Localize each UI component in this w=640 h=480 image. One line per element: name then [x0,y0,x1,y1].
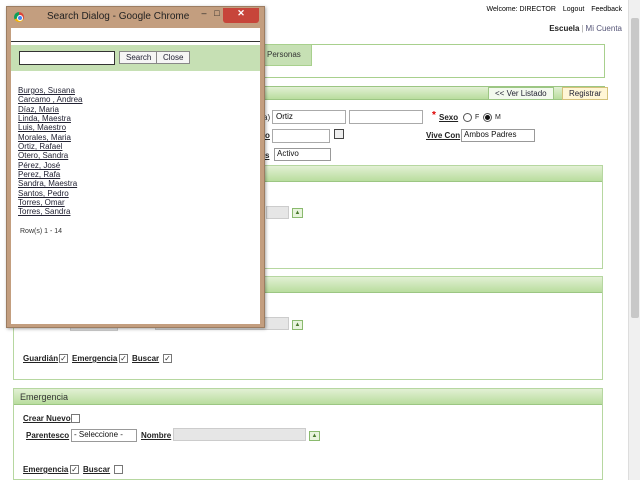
breadcrumb: Escuela | Mi Cuenta [549,24,622,33]
parentesco-select[interactable]: - Seleccione - [71,429,137,442]
popup-address-bar [11,28,260,42]
sex-m-label: M [495,114,501,121]
vive-con-select[interactable]: Ambos Padres [461,129,535,142]
close-icon[interactable]: ✕ [223,8,259,23]
nav-mi-cuenta[interactable]: Mi Cuenta [586,24,622,33]
emergencia-label-2: Emergencia [72,354,118,363]
emergencia-label-3: Emergencia [23,465,69,474]
result-link[interactable]: Morales, Maria [18,133,82,142]
logout-link[interactable]: Logout [563,6,584,13]
nombre-label: Nombre [141,431,172,440]
sex-f-label: F [475,114,480,121]
guardian-label: Guardián [23,354,59,363]
buscar-checkbox-3[interactable] [114,465,123,474]
registrar-button[interactable]: Registrar [562,87,609,100]
lastname-field[interactable]: Ortiz [272,110,346,124]
page-scrollbar[interactable] [628,0,640,480]
result-link[interactable]: Santos, Pedro [18,189,82,198]
emergencia-checkbox-3[interactable]: ✓ [70,465,79,474]
ver-listado-button[interactable]: << Ver Listado [488,87,554,100]
search-input[interactable] [19,51,115,65]
popup-title: Search Dialog - Google Chrome [47,11,190,22]
chrome-icon [14,12,24,22]
buscar-label-2: Buscar [132,354,160,363]
guardian-checkbox[interactable]: ✓ [59,354,68,363]
sex-m-radio[interactable] [483,113,492,122]
emergencia-panel-title: Emergencia [14,389,602,405]
vive-con-label: Vive Con [426,131,461,140]
result-link[interactable]: Carcamo , Andrea [18,95,82,104]
crear-nuevo-label: Crear Nuevo [23,414,71,423]
required-marker: * [432,110,436,121]
popup-search-bar: Search Close [11,45,260,71]
buscar-label-3: Buscar [83,465,111,474]
crear-nuevo-checkbox[interactable] [71,414,80,423]
emergencia-checkbox-2[interactable]: ✓ [119,354,128,363]
row-count: Row(s) 1 - 14 [20,228,63,235]
user-menu: Welcome: DIRECTOR Logout Feedback [482,6,622,13]
second-lastname-field[interactable] [349,110,423,124]
welcome-text: Welcome: DIRECTOR [486,6,556,13]
popup-titlebar[interactable]: Search Dialog - Google Chrome – □ ✕ [7,7,264,27]
scroll-thumb[interactable] [631,18,639,318]
result-link[interactable]: Perez, Rafa [18,170,82,179]
panel-1-search-icon[interactable]: ▲ [292,208,303,218]
result-link[interactable]: Luis, Maestro [18,123,82,132]
result-link[interactable]: Burgos, Susana [18,86,82,95]
maximize-icon[interactable]: □ [211,8,223,23]
result-link[interactable]: Linda, Maestra [18,114,82,123]
sexo-label: Sexo [439,113,459,122]
popup-content: Search Close Burgos, Susana Carcamo , And… [11,28,260,324]
date-field[interactable] [272,129,330,143]
result-link[interactable]: Díaz, Maria [18,105,82,114]
calendar-icon[interactable] [334,129,344,139]
panel-1-name-field[interactable] [266,206,289,219]
feedback-link[interactable]: Feedback [591,6,622,13]
search-button[interactable]: Search [119,51,159,64]
nombre-search-icon[interactable]: ▲ [309,431,320,441]
close-button[interactable]: Close [156,51,191,64]
status-label: s [265,151,270,160]
result-link[interactable]: Otero, Sandra [18,151,82,160]
result-link[interactable]: Torres, Sandra [18,207,82,216]
date-label: o [265,131,270,140]
panel-2-search-icon[interactable]: ▲ [292,320,303,330]
nombre-field[interactable] [173,428,306,441]
minimize-icon[interactable]: – [197,8,211,23]
result-link[interactable]: Torres, Omar [18,198,82,207]
result-link[interactable]: Sandra, Maestra [18,179,82,188]
search-dialog-window: Search Dialog - Google Chrome – □ ✕ Sear… [6,6,265,328]
tab-personas[interactable]: Personas [262,44,312,66]
sex-f-radio[interactable] [463,113,472,122]
status-select[interactable]: Activo [274,148,331,161]
result-link[interactable]: Ortiz, Rafael [18,142,82,151]
nav-separator: | [581,24,584,33]
buscar-checkbox-2[interactable]: ✓ [163,354,172,363]
parentesco-label: Parentesco [26,431,70,440]
nav-escuela[interactable]: Escuela [549,24,579,33]
result-link[interactable]: Pérez, José [18,161,82,170]
results-list: Burgos, Susana Carcamo , Andrea Díaz, Mari… [18,86,82,217]
